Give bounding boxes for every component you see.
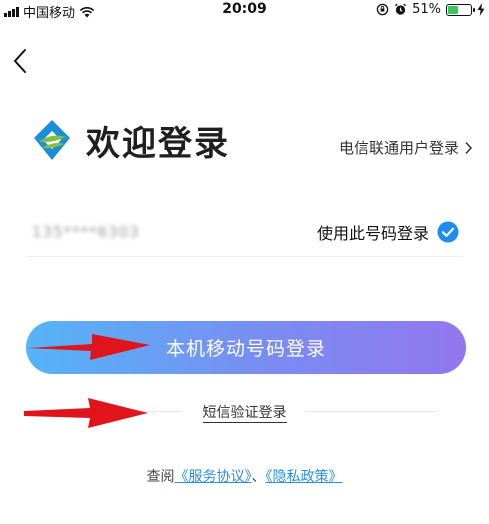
lock-rotation-icon [376, 3, 389, 16]
china-mobile-logo [34, 120, 70, 160]
status-bar: 中国移动 20:09 51% [0, 0, 489, 21]
alarm-icon [395, 3, 407, 15]
red-arrow-annotation [24, 398, 148, 428]
status-right: 51% [376, 2, 485, 17]
battery-icon [446, 3, 475, 16]
battery-level [448, 5, 459, 14]
one-click-login-label: 本机移动号码登录 [165, 338, 326, 360]
red-arrow-annotation [28, 334, 150, 360]
status-left: 中国移动 [4, 2, 95, 21]
masked-phone-number: 135****6303 [32, 223, 140, 241]
use-this-number-option[interactable]: 使用此号码登录 [317, 220, 459, 244]
page-title: 欢迎登录 [86, 124, 230, 164]
use-this-number-label: 使用此号码登录 [316, 224, 429, 243]
back-button[interactable] [8, 46, 34, 76]
chevron-right-icon [465, 141, 473, 154]
privacy-policy-link[interactable]: 《隐私政策》 [266, 469, 343, 485]
other-operator-login-label: 电信联通用户登录 [338, 139, 459, 157]
agreement-prefix: 查阅 [146, 469, 175, 485]
carrier-name: 中国移动 [23, 6, 76, 21]
sms-login-link[interactable]: 短信验证登录 [202, 405, 287, 423]
agreement-separator: 、 [251, 469, 266, 485]
charging-icon [477, 3, 485, 16]
divider [26, 256, 463, 257]
signal-icon [4, 6, 19, 17]
agreement-text: 查阅《服务协议》、《隐私政策》 [0, 466, 489, 486]
other-operator-login-link[interactable]: 电信联通用户登录 [339, 137, 473, 158]
chevron-left-icon [14, 49, 26, 73]
battery-percent: 51% [412, 2, 441, 17]
checkmark-icon[interactable] [437, 221, 459, 243]
service-agreement-link[interactable]: 《服务协议》 [175, 469, 252, 485]
wifi-icon [79, 6, 95, 17]
